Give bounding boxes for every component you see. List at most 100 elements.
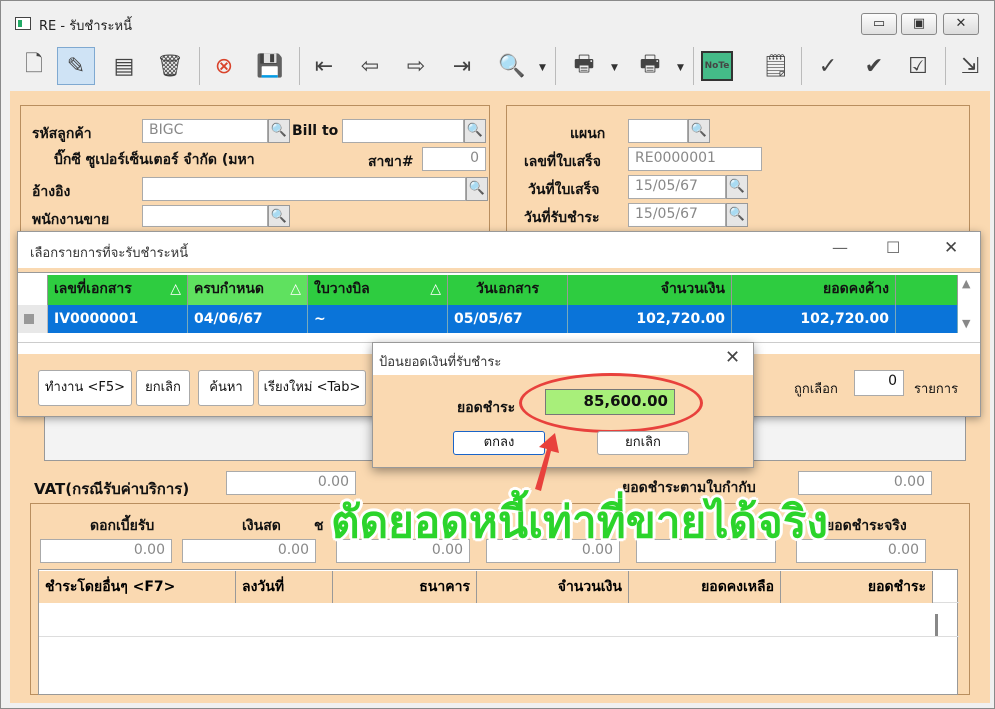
cash-label: เงินสด	[242, 518, 281, 534]
col-doc-date[interactable]: วันเอกสาร	[448, 275, 568, 305]
prev-icon[interactable]: ⇦	[351, 47, 389, 85]
pay-date-calendar-icon[interactable]: 🔍	[726, 203, 748, 227]
popup-close-icon[interactable]: ✕	[725, 347, 740, 368]
toolbar: 🗋 ✎ ▤ 🗑 ⊗ 💾 ⇤ ⇦ ⇨ ⇥ 🔍 ▼ 🖶 ▼ 🖶 ▼ NoTe 🗒 ✓…	[9, 41, 994, 91]
next-icon[interactable]: ⇨	[397, 47, 435, 85]
stamp-icon[interactable]: ▤	[105, 47, 143, 85]
new-icon[interactable]: 🗋	[15, 47, 53, 85]
receipt-no-field[interactable]: RE0000001	[628, 147, 762, 171]
bill-to-search-icon[interactable]: 🔍	[464, 119, 486, 143]
sort-icon[interactable]: △	[290, 275, 301, 303]
department-search-icon[interactable]: 🔍	[688, 119, 710, 143]
print-icon[interactable]: 🖶	[565, 47, 603, 85]
print2-dropdown-icon[interactable]: ▼	[677, 63, 684, 73]
dialog-close-icon[interactable]: ✕	[944, 238, 958, 258]
scroll-up-icon[interactable]: ▲	[962, 277, 970, 290]
pay-date-field[interactable]: 15/05/67	[628, 203, 726, 227]
save-icon[interactable]: 💾	[251, 47, 289, 85]
reference-field[interactable]	[142, 177, 466, 201]
col-amount[interactable]: จำนวนเงิน	[477, 571, 629, 603]
col-billing-label: ใบวางบิล	[314, 281, 370, 297]
print-dd-icon[interactable]: 🖶	[631, 47, 669, 85]
row-selector[interactable]	[18, 305, 48, 333]
run-button[interactable]: ทำงาน <F5>	[38, 370, 132, 406]
receipt-icon[interactable]: 🗒	[757, 47, 795, 85]
find-dropdown-icon[interactable]: ▼	[539, 63, 546, 73]
amount-popup: ป้อนยอดเงินที่รับชำระ ✕ ยอดชำระ 85,600.0…	[372, 342, 754, 468]
minimize-button[interactable]: ▭	[861, 13, 897, 35]
cell-doc-date[interactable]: 05/05/67	[448, 305, 568, 333]
row-marker-icon	[24, 314, 34, 324]
edit-icon[interactable]: ✎	[57, 47, 95, 85]
cell-billing[interactable]: ~	[308, 305, 448, 333]
last-icon[interactable]: ⇥	[443, 47, 481, 85]
col-payment[interactable]: ยอดชำระ	[781, 571, 933, 603]
reference-search-icon[interactable]: 🔍	[466, 177, 488, 201]
col-amount-due[interactable]: จำนวนเงิน	[568, 275, 732, 305]
customer-code-label: รหัสลูกค้า	[32, 126, 92, 142]
cell-filler	[896, 305, 958, 333]
search-button[interactable]: ค้นหา	[198, 370, 254, 406]
interest-label: ดอกเบี้ยรับ	[90, 518, 155, 534]
ok-icon[interactable]: ✓	[809, 47, 847, 85]
col-remaining[interactable]: ยอดคงเหลือ	[629, 571, 781, 603]
maximize-button[interactable]: ▣	[901, 13, 937, 35]
customer-code-field[interactable]: BIGC	[142, 119, 268, 143]
col-other-payment[interactable]: ชำระโดยอื่นๆ <F7>	[39, 571, 236, 603]
bill-to-field[interactable]	[342, 119, 464, 143]
selected-label: ถูกเลือก	[794, 382, 838, 397]
department-field[interactable]	[628, 119, 688, 143]
col-doc-no[interactable]: เลขที่เอกสาร △	[48, 275, 188, 305]
ok2-icon[interactable]: ✔	[855, 47, 893, 85]
dialog-minimize-icon[interactable]: —	[832, 238, 848, 257]
col-due-date[interactable]: ครบกำหนด △	[188, 275, 308, 305]
cash-field[interactable]: 0.00	[182, 539, 316, 563]
branch-field[interactable]: 0	[422, 147, 486, 171]
select-dialog-titlebar: เลือกรายการที่จะรับชำระหนี้ — ☐ ✕	[18, 232, 980, 268]
col-outstanding[interactable]: ยอดคงค้าง	[732, 275, 896, 305]
window-title: RE - รับชำระหนี้	[39, 19, 132, 34]
bin-icon[interactable]: 🗑	[151, 47, 189, 85]
ok3-icon[interactable]: ☑	[899, 47, 937, 85]
close-button[interactable]: ✕	[943, 13, 979, 35]
reference-label: อ้างอิง	[32, 184, 71, 200]
grid-corner	[18, 275, 48, 305]
items-label: รายการ	[914, 382, 959, 397]
resort-button[interactable]: เรียงใหม่ <Tab>	[258, 370, 366, 406]
app-icon	[15, 17, 31, 30]
popup-cancel-button[interactable]: ยกเลิก	[597, 431, 689, 455]
cancel-select-button[interactable]: ยกเลิก	[136, 370, 190, 406]
col-bank[interactable]: ธนาคาร	[333, 571, 477, 603]
col-date[interactable]: ลงวันที่	[236, 571, 333, 603]
bill-to-label: Bill to	[292, 123, 339, 139]
highlight-ellipse	[519, 373, 703, 433]
sort-icon[interactable]: △	[430, 275, 441, 303]
cancel-icon[interactable]: ⊗	[205, 47, 243, 85]
note-icon[interactable]: NoTe	[701, 51, 733, 81]
cell-doc-no[interactable]: IV0000001	[48, 305, 188, 333]
find-icon[interactable]: 🔍	[493, 47, 531, 85]
cell-due-date[interactable]: 04/06/67	[188, 305, 308, 333]
cell-amount[interactable]: 102,720.00	[568, 305, 732, 333]
customer-search-icon[interactable]: 🔍	[268, 119, 290, 143]
salesperson-field[interactable]	[142, 205, 268, 227]
salesperson-search-icon[interactable]: 🔍	[268, 205, 290, 227]
scroll-down-icon[interactable]: ▼	[962, 317, 970, 330]
first-icon[interactable]: ⇤	[305, 47, 343, 85]
pointer-arrow-icon	[535, 433, 559, 491]
receipt-date-field[interactable]: 15/05/67	[628, 175, 726, 199]
app-window: RE - รับชำระหนี้ ▭ ▣ ✕ 🗋 ✎ ▤ 🗑 ⊗ 💾 ⇤ ⇦ ⇨…	[0, 0, 995, 709]
sort-icon[interactable]: △	[170, 275, 181, 303]
receipt-date-calendar-icon[interactable]: 🔍	[726, 175, 748, 199]
department-label: แผนก	[570, 126, 606, 142]
table-scrollbar[interactable]	[935, 614, 938, 636]
interest-field[interactable]: 0.00	[40, 539, 172, 563]
export-icon[interactable]: ⇲	[951, 47, 989, 85]
col-billing[interactable]: ใบวางบิล △	[308, 275, 448, 305]
title-bar: RE - รับชำระหนี้ ▭ ▣ ✕	[1, 1, 994, 41]
dialog-maximize-icon[interactable]: ☐	[886, 238, 900, 257]
receipt-no-label: เลขที่ใบเสร็จ	[524, 154, 601, 170]
pay-date-label: วันที่รับชำระ	[524, 210, 600, 226]
print-dropdown-icon[interactable]: ▼	[611, 63, 618, 73]
cell-outstanding[interactable]: 102,720.00	[732, 305, 896, 333]
